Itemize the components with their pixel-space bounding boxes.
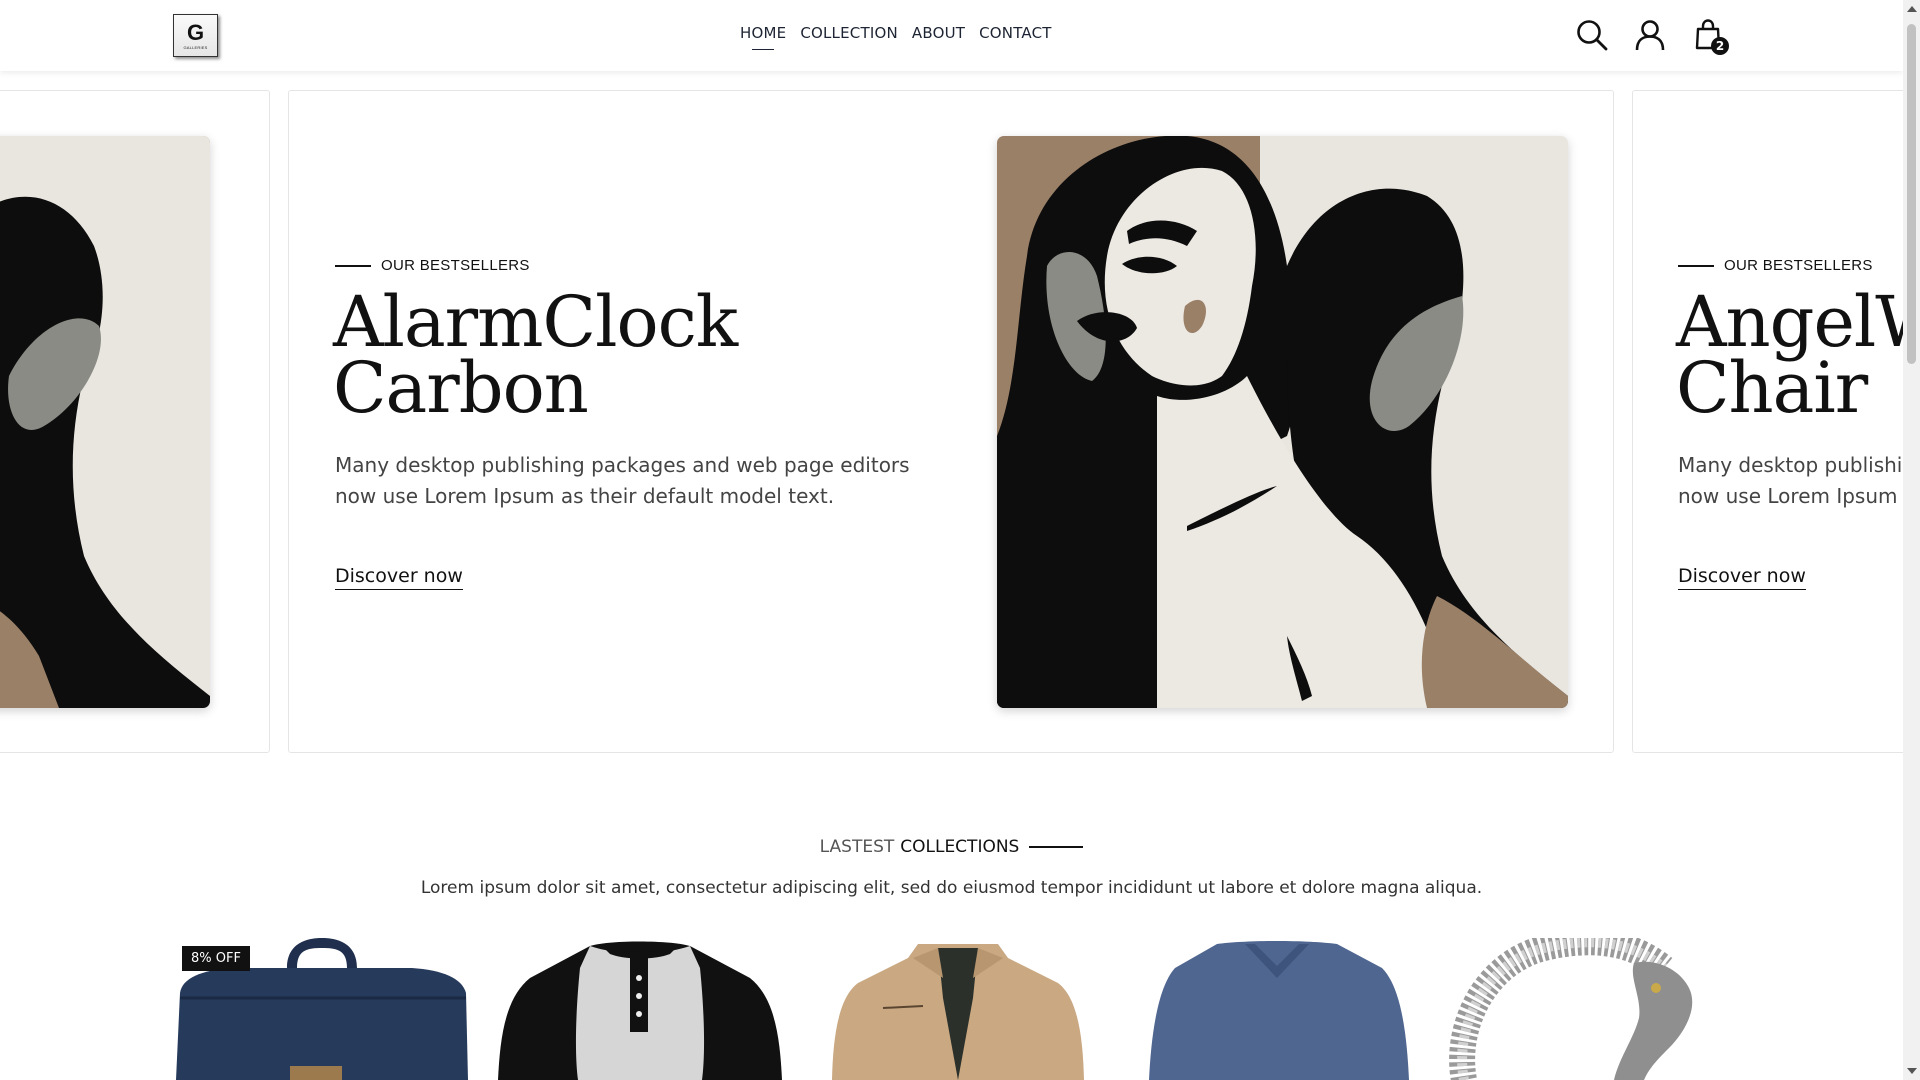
- scrollbar-thumb[interactable]: [1907, 24, 1916, 364]
- collections-subtitle: Lorem ipsum dolor sit amet, consectetur …: [420, 878, 1483, 898]
- discount-badge: 8% OFF: [182, 946, 250, 971]
- product-raglan-shirt[interactable]: [490, 938, 790, 1080]
- hero-slide-active: OUR BESTSELLERS AlarmClock Carbon Many d…: [288, 90, 1614, 753]
- cart-icon[interactable]: 2: [1692, 18, 1729, 55]
- eyebrow-text: OUR BESTSELLERS: [381, 257, 530, 274]
- logo-letter: G: [186, 19, 205, 45]
- slide-title-line1: AngelW: [1676, 281, 1903, 363]
- site-header: G GALLERIES HOME COLLECTION ABOUT CONTAC…: [0, 0, 1903, 71]
- cart-count-badge: 2: [1711, 37, 1729, 55]
- logo-subtitle: GALLERIES: [183, 44, 208, 50]
- collections-heading-light: LASTEST: [819, 837, 895, 857]
- discover-now-link[interactable]: Discover now: [335, 565, 463, 590]
- hero-art-image: [997, 136, 1568, 708]
- page-scrollbar[interactable]: [1903, 0, 1920, 1080]
- product-blue-vneck[interactable]: [1127, 938, 1427, 1080]
- slide-eyebrow: OUR BESTSELLERS: [1678, 257, 1873, 274]
- product-tan-jacket[interactable]: [808, 938, 1108, 1080]
- hero-slide-next: OUR BESTSELLERS AngelW Chair Many deskto…: [1632, 90, 1903, 753]
- scroll-down-arrow-icon[interactable]: [1907, 1068, 1917, 1074]
- product-dragon-bracelet[interactable]: [1434, 938, 1734, 1080]
- eyebrow-text: OUR BESTSELLERS: [1724, 257, 1873, 274]
- hero-slide-prev: [0, 90, 270, 753]
- discover-now-link[interactable]: Discover now: [1678, 565, 1806, 590]
- scroll-up-arrow-icon[interactable]: [1907, 6, 1917, 12]
- hero-art-image: [0, 136, 210, 708]
- slide-title-line1: AlarmClock: [333, 281, 738, 363]
- logo[interactable]: G GALLERIES: [173, 14, 218, 57]
- collections-heading-bold: COLLECTIONS: [900, 837, 1020, 857]
- nav-collection[interactable]: COLLECTION: [800, 24, 898, 42]
- nav-contact[interactable]: CONTACT: [979, 24, 1052, 42]
- nav-home[interactable]: HOME: [740, 24, 786, 50]
- page: G GALLERIES HOME COLLECTION ABOUT CONTAC…: [0, 0, 1903, 1080]
- eyebrow-line: [1678, 264, 1714, 267]
- slide-title: AngelW Chair: [1676, 281, 1903, 429]
- slide-title-line2: Chair: [1676, 347, 1868, 429]
- main-nav: HOME COLLECTION ABOUT CONTACT: [740, 24, 1052, 50]
- slide-description: Many desktop publishing packages and web…: [335, 453, 910, 508]
- slide-title: AlarmClock Carbon: [333, 281, 738, 429]
- collections-heading: LASTEST COLLECTIONS: [0, 837, 1903, 857]
- user-icon[interactable]: [1633, 18, 1667, 52]
- slide-eyebrow: OUR BESTSELLERS: [335, 257, 530, 274]
- nav-about[interactable]: ABOUT: [912, 24, 965, 42]
- eyebrow-line: [335, 264, 371, 267]
- heading-line: [1029, 846, 1084, 848]
- search-icon[interactable]: [1575, 18, 1609, 52]
- slide-description: Many desktop publishing packages and web…: [1678, 453, 1903, 508]
- slide-title-line2: Carbon: [333, 347, 589, 429]
